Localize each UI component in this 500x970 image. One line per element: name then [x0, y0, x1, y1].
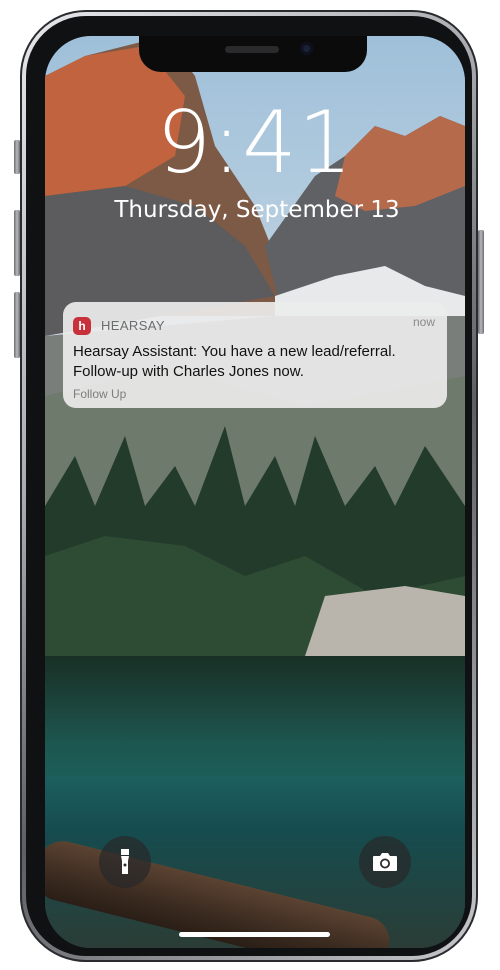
home-indicator[interactable]	[179, 932, 330, 937]
lock-time: 9:41	[156, 93, 354, 193]
camera-button[interactable]	[359, 836, 411, 888]
lock-date: Thursday, September 13	[114, 197, 400, 223]
earpiece-speaker	[225, 46, 279, 53]
notification-app-name: HEARSAY	[101, 318, 165, 333]
notch	[139, 36, 367, 72]
power-button	[478, 230, 484, 334]
flashlight-button[interactable]	[99, 836, 151, 888]
camera-icon	[373, 853, 397, 871]
notification-time: now	[412, 315, 435, 329]
front-camera	[300, 42, 313, 55]
follow-up-action[interactable]: Follow Up	[73, 387, 126, 401]
notification-card[interactable]: h HEARSAY now Hearsay Assistant: You hav…	[63, 302, 447, 408]
notification-message: Hearsay Assistant: You have a new lead/r…	[73, 343, 396, 380]
wallpaper-reflection	[45, 656, 465, 776]
flashlight-icon	[121, 849, 129, 874]
volume-down-button	[14, 292, 20, 358]
hearsay-app-icon: h	[73, 317, 91, 335]
